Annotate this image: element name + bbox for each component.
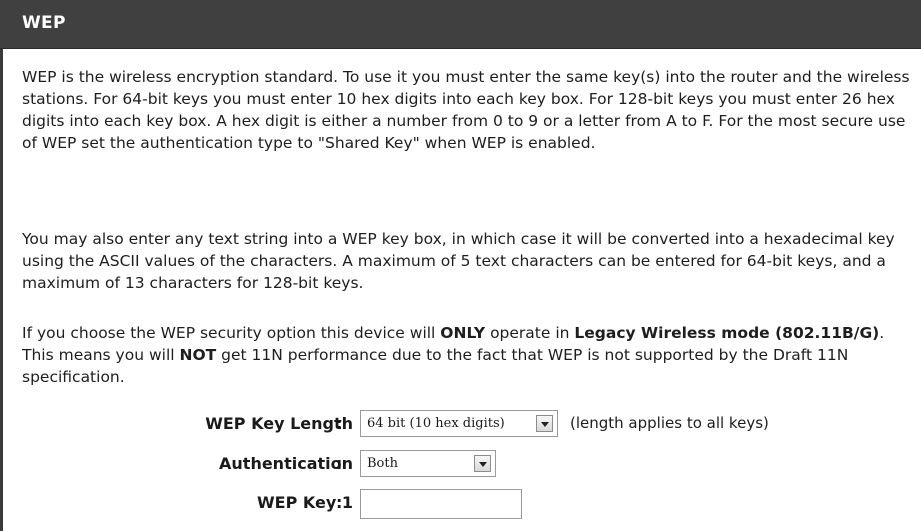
authentication-row: Authentication : Both	[0, 448, 921, 480]
wep-key-length-row: WEP Key Length : 64 bit (10 hex digits) …	[0, 408, 921, 440]
text-key-paragraph: You may also enter any text string into …	[22, 230, 895, 292]
wep-key-length-colon: :	[336, 414, 343, 433]
wep-key-length-label: WEP Key Length	[205, 414, 353, 433]
authentication-label: Authentication	[219, 454, 353, 473]
section-header: WEP	[0, 0, 921, 49]
p3-bold-legacy-mode: Legacy Wireless mode (802.11B/G)	[574, 324, 880, 342]
wep-panel: WEP WEP is the wireless encryption stand…	[0, 0, 921, 531]
wep-key-length-hint: (length applies to all keys)	[570, 414, 769, 432]
section-title: WEP	[22, 13, 66, 33]
authentication-selected: Both	[367, 456, 398, 471]
wep-key-length-selected: 64 bit (10 hex digits)	[367, 416, 505, 431]
p3-bold-not: NOT	[179, 346, 217, 364]
authentication-colon: :	[336, 454, 343, 473]
wep-key-1-input[interactable]	[360, 489, 522, 519]
p3-text-2: operate in	[485, 324, 575, 342]
wep-key-1-row: WEP Key 1 :	[0, 487, 921, 519]
wep-key-1-colon: :	[336, 493, 343, 512]
p3-bold-only: ONLY	[440, 324, 486, 342]
p3-text-1: If you choose the WEP security option th…	[22, 324, 441, 342]
authentication-select[interactable]: Both	[360, 450, 496, 477]
legacy-mode-paragraph: If you choose the WEP security option th…	[22, 322, 912, 388]
chevron-down-icon[interactable]	[474, 455, 491, 472]
chevron-down-icon[interactable]	[536, 415, 553, 432]
wep-key-length-select[interactable]: 64 bit (10 hex digits)	[360, 410, 558, 437]
wep-description-paragraph: WEP is the wireless encryption standard.…	[22, 68, 910, 152]
